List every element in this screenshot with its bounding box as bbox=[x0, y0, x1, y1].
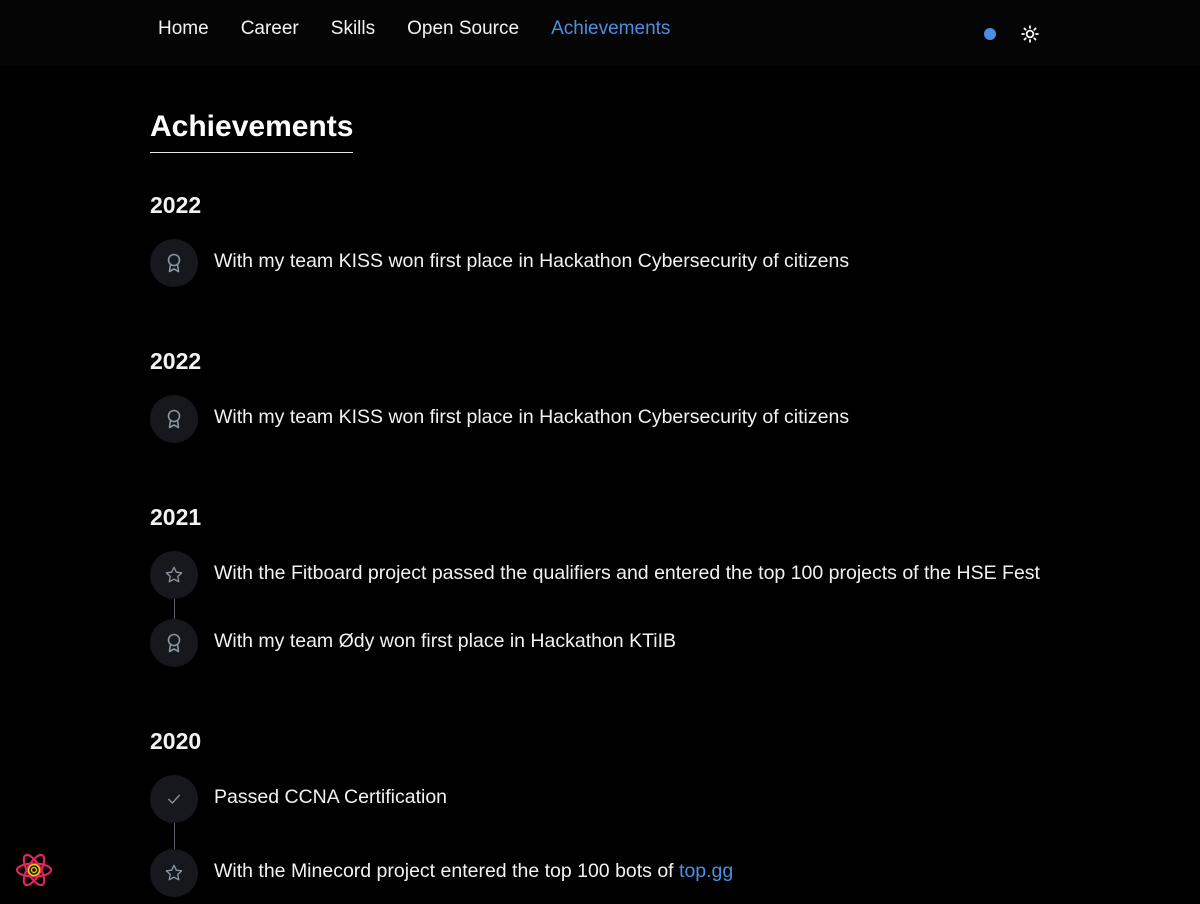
award-icon bbox=[150, 395, 198, 443]
theme-toggle-button[interactable] bbox=[1019, 23, 1041, 45]
year-heading: 2022 bbox=[150, 192, 202, 218]
star-icon bbox=[150, 849, 198, 897]
achievement-item: With my team Ødy won first place in Hack… bbox=[150, 619, 1050, 667]
nav-achievements[interactable]: Achievements bbox=[543, 14, 678, 44]
achievement-item: Passed CCNA Certification bbox=[150, 775, 1050, 823]
year-heading: 2020 bbox=[150, 728, 202, 754]
year-section: 2022 With my team KISS won first place i… bbox=[150, 347, 1050, 443]
nav-home[interactable]: Home bbox=[150, 14, 217, 44]
achievement-text-body: With the Minecord project entered the to… bbox=[214, 860, 680, 882]
page-title: Achievements bbox=[150, 110, 354, 153]
achievement-text: With the Minecord project entered the to… bbox=[214, 849, 733, 886]
top-navbar: Home Career Skills Open Source Achieveme… bbox=[0, 0, 1200, 66]
year-section: 2020 Passed CCNA Certification With the … bbox=[150, 727, 1050, 897]
nav-skills[interactable]: Skills bbox=[323, 14, 383, 44]
timeline-connector bbox=[174, 823, 175, 849]
year-heading: 2022 bbox=[150, 348, 202, 374]
main-nav: Home Career Skills Open Source Achieveme… bbox=[150, 14, 694, 44]
star-icon bbox=[150, 551, 198, 599]
achievement-text: With my team KISS won first place in Hac… bbox=[214, 406, 850, 428]
status-dot-icon bbox=[984, 28, 996, 40]
achievement-item: With the Fitboard project passed the qua… bbox=[150, 551, 1050, 599]
nav-career[interactable]: Career bbox=[233, 14, 307, 44]
react-logo-icon[interactable] bbox=[14, 850, 54, 890]
sun-icon bbox=[1021, 25, 1039, 43]
year-heading: 2021 bbox=[150, 504, 202, 530]
achievement-item: With my team KISS won first place in Hac… bbox=[150, 395, 1050, 443]
achievement-item: With my team KISS won first place in Hac… bbox=[150, 239, 1050, 287]
achievement-text: Passed CCNA Certification bbox=[214, 786, 448, 808]
achievement-text: With the Fitboard project passed the qua… bbox=[214, 562, 1040, 584]
nav-open-source[interactable]: Open Source bbox=[399, 14, 527, 44]
check-icon bbox=[150, 775, 198, 823]
main-content: Achievements 2022 With my team KISS won … bbox=[150, 110, 1050, 897]
achievement-text: With my team KISS won first place in Hac… bbox=[214, 250, 850, 272]
achievement-item: With the Minecord project entered the to… bbox=[150, 849, 1050, 897]
award-icon bbox=[150, 619, 198, 667]
achievement-text: With my team Ødy won first place in Hack… bbox=[214, 630, 677, 652]
award-icon bbox=[150, 239, 198, 287]
year-section: 2021 With the Fitboard project passed th… bbox=[150, 503, 1050, 667]
top-gg-link[interactable]: top.gg bbox=[679, 860, 733, 882]
year-section: 2022 With my team KISS won first place i… bbox=[150, 191, 1050, 287]
